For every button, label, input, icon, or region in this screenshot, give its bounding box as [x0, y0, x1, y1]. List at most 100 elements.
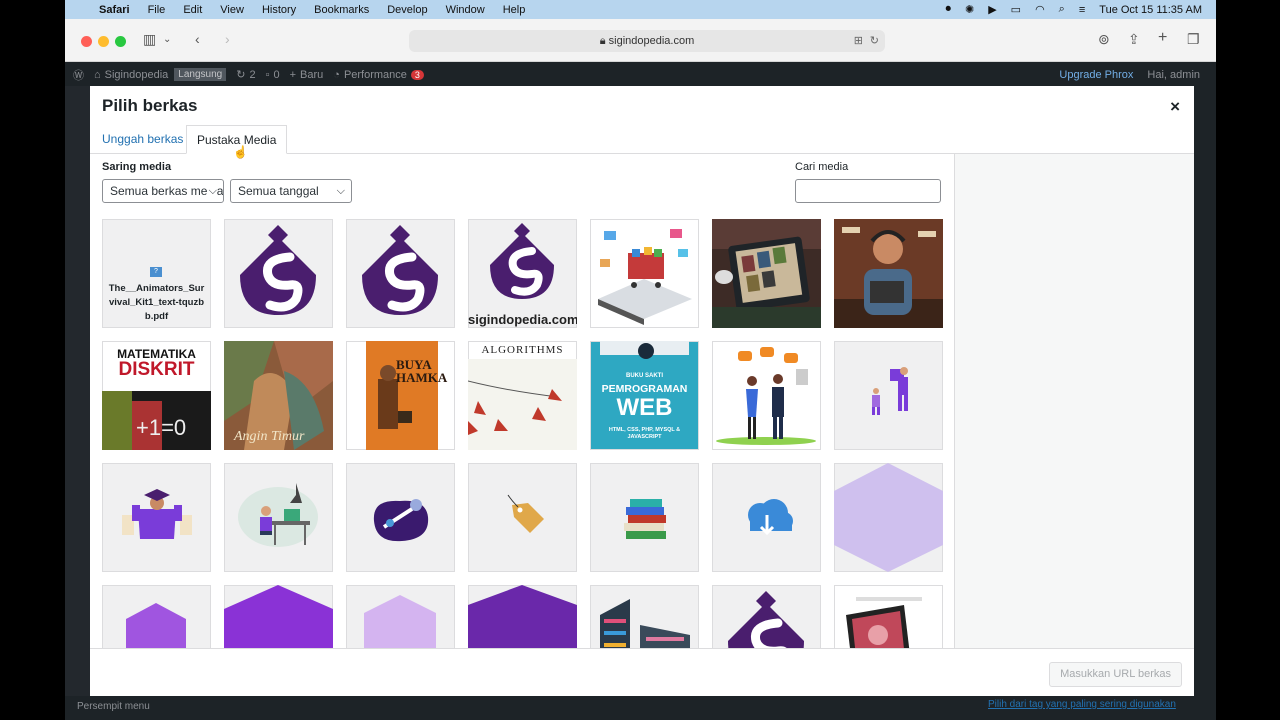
filter-date-select[interactable]: Semua tanggal ⌵	[230, 179, 352, 203]
sidebar-icon[interactable]: ▥	[143, 31, 156, 48]
admin-bar-new[interactable]: + Baru	[290, 69, 324, 81]
address-bar[interactable]: 🔒︎ sigindopedia.com ⊞ ↻	[409, 30, 885, 52]
admin-bar-updates[interactable]: ↻ 2	[236, 68, 255, 82]
admin-bar-performance[interactable]: ◔ Performance 3	[333, 69, 424, 81]
media-item-cloud-download[interactable]	[712, 463, 821, 572]
reload-icon[interactable]: ↻	[870, 30, 879, 52]
comment-icon: ▫	[265, 68, 270, 81]
media-item-desk-worker[interactable]	[224, 463, 333, 572]
control-center-icon[interactable]: ≡	[1079, 4, 1085, 16]
admin-bar-site[interactable]: ⌂ Sigindopedia	[94, 69, 168, 81]
media-item-shopping[interactable]	[590, 219, 699, 328]
tab-upload[interactable]: Unggah berkas	[92, 125, 193, 154]
performance-label: Performance	[343, 68, 407, 81]
media-item-logo-text[interactable]: sigindopedia.com	[468, 219, 577, 328]
admin-bar-comments[interactable]: ▫ 0	[266, 69, 280, 81]
logo-image	[728, 591, 804, 648]
media-item-laptop[interactable]	[834, 585, 943, 648]
media-item-price-tag[interactable]	[468, 463, 577, 572]
media-item-illustration[interactable]	[834, 341, 943, 450]
media-item-handshake[interactable]	[712, 341, 821, 450]
close-modal-button[interactable]: ×	[1170, 97, 1180, 117]
books-stack-icon	[624, 499, 666, 539]
media-item-pdf[interactable]: ? The__Animators_Survival_Kit1_text-tquz…	[102, 219, 211, 328]
menu-help[interactable]: Help	[503, 4, 526, 16]
media-item-logo[interactable]	[224, 219, 333, 328]
book-title-line2: HAMKA	[396, 370, 448, 385]
media-item-shape-violet[interactable]	[224, 585, 333, 648]
pentagon-shape	[364, 595, 436, 648]
wordpress-icon[interactable]: Ⓦ	[73, 67, 84, 83]
media-item-book-hamka[interactable]: BUYA HAMKA	[346, 341, 455, 450]
space-illustration	[373, 499, 429, 542]
media-item-reader[interactable]	[834, 219, 943, 328]
price-tag-icon	[507, 494, 544, 533]
media-item-hexagon[interactable]	[834, 463, 943, 572]
battery-icon[interactable]: ▭	[1011, 3, 1021, 16]
play-icon[interactable]: ▶	[988, 3, 996, 16]
admin-sidebar	[65, 86, 90, 720]
comments-count: 0	[273, 68, 280, 81]
media-item-space[interactable]	[346, 463, 455, 572]
forward-icon[interactable]: ›	[225, 31, 230, 47]
account-greeting[interactable]: Hai, admin	[1147, 69, 1200, 81]
zoom-window-button[interactable]	[115, 36, 126, 47]
menu-bookmarks[interactable]: Bookmarks	[314, 4, 369, 16]
chevron-down-icon[interactable]: ⌄	[163, 34, 171, 45]
media-item-book-math[interactable]: MATEMATIKA DISKRIT +1=0	[102, 341, 211, 450]
book-title: ALGORITHMS	[481, 344, 564, 356]
upgrade-link[interactable]: Upgrade Phrox	[1059, 69, 1133, 81]
menu-history[interactable]: History	[262, 4, 296, 16]
collapse-menu[interactable]: Persempit menu	[77, 701, 150, 712]
pentagon-shape	[468, 585, 577, 648]
record-icon[interactable]: ⏺	[945, 3, 951, 16]
menu-app[interactable]: Safari	[99, 4, 130, 16]
translate-icon[interactable]: ⊞	[854, 30, 863, 52]
menubar: Safari File Edit View History Bookmarks …	[65, 0, 1216, 19]
media-item-library[interactable]	[590, 585, 699, 648]
openai-icon[interactable]: ✺	[965, 3, 974, 16]
search-icon[interactable]: ⌕	[1059, 3, 1065, 16]
back-icon[interactable]: ‹	[195, 31, 200, 47]
media-item-book-painting[interactable]: Angin Timur	[224, 341, 333, 450]
plus-icon: +	[289, 68, 297, 81]
search-input[interactable]	[795, 179, 941, 203]
menu-window[interactable]: Window	[446, 4, 485, 16]
hexagon-shape	[834, 463, 943, 572]
reader-photo	[834, 219, 943, 328]
browser-toolbar: ▥ ⌄ ‹ › 🔒︎ sigindopedia.com ⊞ ↻ ⊚ ⇪ + ❐	[65, 19, 1216, 62]
filter-type-select[interactable]: Semua berkas media ⌵	[102, 179, 224, 203]
updates-icon: ↻	[236, 69, 246, 81]
menu-edit[interactable]: Edit	[183, 4, 202, 16]
new-tab-icon[interactable]: +	[1158, 29, 1167, 47]
menu-develop[interactable]: Develop	[387, 4, 427, 16]
home-icon: ⌂	[94, 68, 101, 81]
media-item-logo[interactable]	[712, 585, 821, 648]
tags-link[interactable]: Pilih dari tag yang paling sering diguna…	[988, 699, 1176, 710]
wifi-icon[interactable]: ◠	[1035, 3, 1045, 16]
media-item-books-stack[interactable]	[590, 463, 699, 572]
media-item-tablet[interactable]	[712, 219, 821, 328]
insert-url-button[interactable]: Masukkan URL berkas	[1049, 662, 1182, 687]
share-icon[interactable]: ⇪	[1128, 31, 1140, 48]
clock[interactable]: Tue Oct 15 11:35 AM	[1099, 4, 1202, 16]
handshake-illustration	[716, 347, 816, 445]
close-window-button[interactable]	[81, 36, 92, 47]
cloud-download-icon	[748, 499, 793, 536]
algorithms-cover-image	[468, 359, 577, 450]
media-item-shape-dark[interactable]	[468, 585, 577, 648]
screen: Safari File Edit View History Bookmarks …	[65, 0, 1216, 720]
media-item-graduate[interactable]	[102, 463, 211, 572]
menu-view[interactable]: View	[220, 4, 244, 16]
downloads-icon[interactable]: ⊚	[1098, 31, 1110, 48]
book-title-line2: WEB	[616, 394, 673, 421]
media-item-shape-lilac[interactable]	[346, 585, 455, 648]
tab-overview-icon[interactable]: ❐	[1187, 31, 1200, 48]
minimize-window-button[interactable]	[98, 36, 109, 47]
status-badge: Langsung	[174, 68, 227, 81]
media-item-book-algorithms[interactable]: ALGORITHMS	[468, 341, 577, 450]
media-item-book-web[interactable]: BUKU SAKTI PEMROGRAMAN WEB HTML, CSS, PH…	[590, 341, 699, 450]
media-item-shape-purple[interactable]	[102, 585, 211, 648]
menu-file[interactable]: File	[148, 4, 166, 16]
media-item-logo[interactable]	[346, 219, 455, 328]
